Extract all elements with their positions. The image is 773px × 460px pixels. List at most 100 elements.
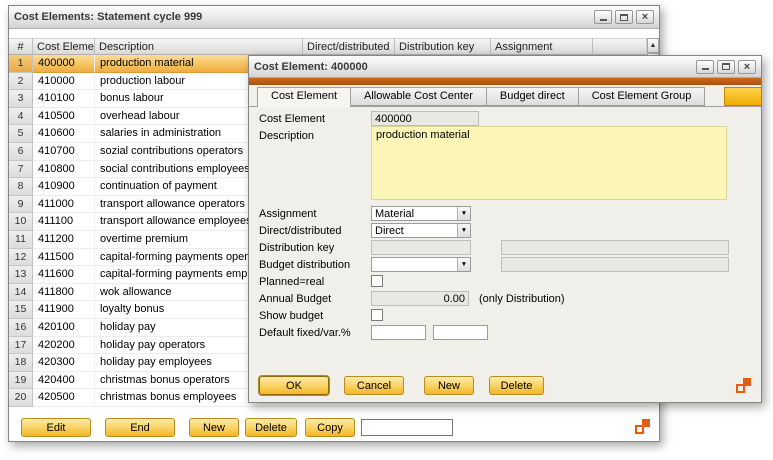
cancel-button[interactable]: Cancel: [344, 376, 404, 395]
dialog-maximize-button[interactable]: [717, 60, 735, 74]
column-header-number: #: [9, 38, 33, 55]
minimize-icon: [600, 19, 607, 21]
row-number-cell: 5: [9, 125, 33, 143]
budget-distribution-value: [372, 258, 457, 271]
minimize-button[interactable]: [594, 10, 612, 24]
annual-budget-note: (only Distribution): [479, 293, 565, 305]
cost-element-dialog: Cost Element: 400000 × Cost Element Allo…: [248, 55, 762, 403]
dialog-delete-button[interactable]: Delete: [489, 376, 544, 395]
annual-budget-row: Annual Budget 0.00 (only Distribution): [259, 291, 751, 307]
cost-element-code-cell: 420300: [33, 354, 95, 372]
row-number-cell: 2: [9, 73, 33, 91]
default-fixed-var-label: Default fixed/var.%: [259, 327, 351, 339]
close-button[interactable]: ×: [636, 10, 654, 24]
cost-element-code-cell: 410000: [33, 73, 95, 91]
row-number-cell: 14: [9, 284, 33, 302]
row-number-cell: 20: [9, 389, 33, 407]
scroll-up-button[interactable]: ▲: [647, 38, 659, 53]
default-var-field[interactable]: [433, 325, 488, 340]
chevron-down-icon: ▼: [457, 258, 470, 271]
tab-allowable-cost-center[interactable]: Allowable Cost Center: [350, 87, 487, 106]
dialog-titlebar[interactable]: Cost Element: 400000 ×: [249, 56, 761, 78]
tab-cost-element[interactable]: Cost Element: [257, 87, 351, 107]
copy-button[interactable]: Copy: [305, 418, 355, 437]
tab-budget-direct[interactable]: Budget direct: [486, 87, 579, 106]
maximize-icon: [722, 63, 730, 70]
delete-button[interactable]: Delete: [245, 418, 297, 437]
row-number-cell: 11: [9, 231, 33, 249]
row-number-cell: 3: [9, 90, 33, 108]
row-number-cell: 1: [9, 55, 33, 73]
direct-distributed-label: Direct/distributed: [259, 225, 342, 237]
cost-element-label: Cost Element: [259, 113, 325, 125]
description-label: Description: [259, 130, 314, 142]
description-textarea[interactable]: production material: [371, 126, 727, 200]
cost-element-row: Cost Element 400000: [259, 111, 751, 127]
default-fixed-field[interactable]: [371, 325, 426, 340]
cost-element-code-cell: 420500: [33, 389, 95, 407]
budget-distribution-dropdown[interactable]: ▼: [371, 257, 471, 272]
end-button[interactable]: End: [105, 418, 175, 437]
planned-real-row: Planned=real: [259, 274, 751, 290]
chevron-down-icon: ▼: [457, 224, 470, 237]
row-number-cell: 10: [9, 213, 33, 231]
assignment-label: Assignment: [259, 208, 316, 220]
cost-element-code-cell: 411000: [33, 196, 95, 214]
main-window-title: Cost Elements: Statement cycle 999: [14, 11, 202, 23]
dialog-buttons: OK Cancel New Delete: [259, 376, 544, 395]
form-resize-icon[interactable]: [635, 419, 650, 434]
dialog-minimize-button[interactable]: [696, 60, 714, 74]
distribution-key-name-field: [501, 240, 729, 255]
cost-element-code-cell: 410100: [33, 90, 95, 108]
row-number-cell: 9: [9, 196, 33, 214]
tab-strip-gold-cap: [724, 87, 761, 106]
distribution-key-row: Distribution key: [259, 240, 751, 256]
column-header-distribution-key: Distribution key: [395, 38, 491, 55]
edit-button[interactable]: Edit: [21, 418, 91, 437]
form-resize-icon[interactable]: [736, 378, 751, 393]
direct-distributed-dropdown[interactable]: Direct ▼: [371, 223, 471, 238]
cost-element-code-cell: 410800: [33, 161, 95, 179]
cost-element-code-cell: 420400: [33, 372, 95, 390]
row-number-cell: 6: [9, 143, 33, 161]
cost-element-code-cell: 411200: [33, 231, 95, 249]
budget-distribution-label: Budget distribution: [259, 259, 350, 271]
tab-cost-element-group[interactable]: Cost Element Group: [578, 87, 706, 106]
resize-solid-square: [743, 378, 751, 386]
maximize-button[interactable]: [615, 10, 633, 24]
cost-element-code-cell: 411600: [33, 266, 95, 284]
show-budget-row: Show budget: [259, 308, 751, 324]
cost-element-code-cell: 400000: [33, 55, 95, 73]
column-header-description: Description: [95, 38, 303, 55]
dialog-close-button[interactable]: ×: [738, 60, 756, 74]
table-header: # Cost Elemen Description Direct/distrib…: [9, 38, 646, 55]
planned-real-checkbox[interactable]: [371, 275, 383, 287]
row-number-cell: 19: [9, 372, 33, 390]
planned-real-label: Planned=real: [259, 276, 324, 288]
cost-element-code-cell: 410900: [33, 178, 95, 196]
row-number-cell: 17: [9, 337, 33, 355]
find-input[interactable]: [361, 419, 453, 436]
row-number-cell: 15: [9, 301, 33, 319]
main-window-titlebar[interactable]: Cost Elements: Statement cycle 999 ×: [9, 6, 659, 29]
cost-element-code-cell: 410700: [33, 143, 95, 161]
show-budget-label: Show budget: [259, 310, 323, 322]
dialog-window-controls: ×: [696, 60, 756, 74]
cost-element-code-field: 400000: [371, 111, 479, 126]
show-budget-checkbox[interactable]: [371, 309, 383, 321]
cost-element-code-cell: 411900: [33, 301, 95, 319]
row-number-cell: 16: [9, 319, 33, 337]
column-header-cost-element: Cost Elemen: [33, 38, 95, 55]
distribution-key-field: [371, 240, 471, 255]
distribution-key-label: Distribution key: [259, 242, 334, 254]
column-header-assignment: Assignment: [491, 38, 593, 55]
cost-element-code-cell: 411800: [33, 284, 95, 302]
cost-element-code-cell: 411500: [33, 249, 95, 267]
default-fixed-var-row: Default fixed/var.%: [259, 325, 751, 341]
maximize-icon: [620, 14, 628, 21]
ok-button[interactable]: OK: [259, 376, 329, 395]
new-button[interactable]: New: [189, 418, 239, 437]
assignment-dropdown[interactable]: Material ▼: [371, 206, 471, 221]
assignment-row: Assignment Material ▼: [259, 206, 751, 222]
dialog-new-button[interactable]: New: [424, 376, 474, 395]
